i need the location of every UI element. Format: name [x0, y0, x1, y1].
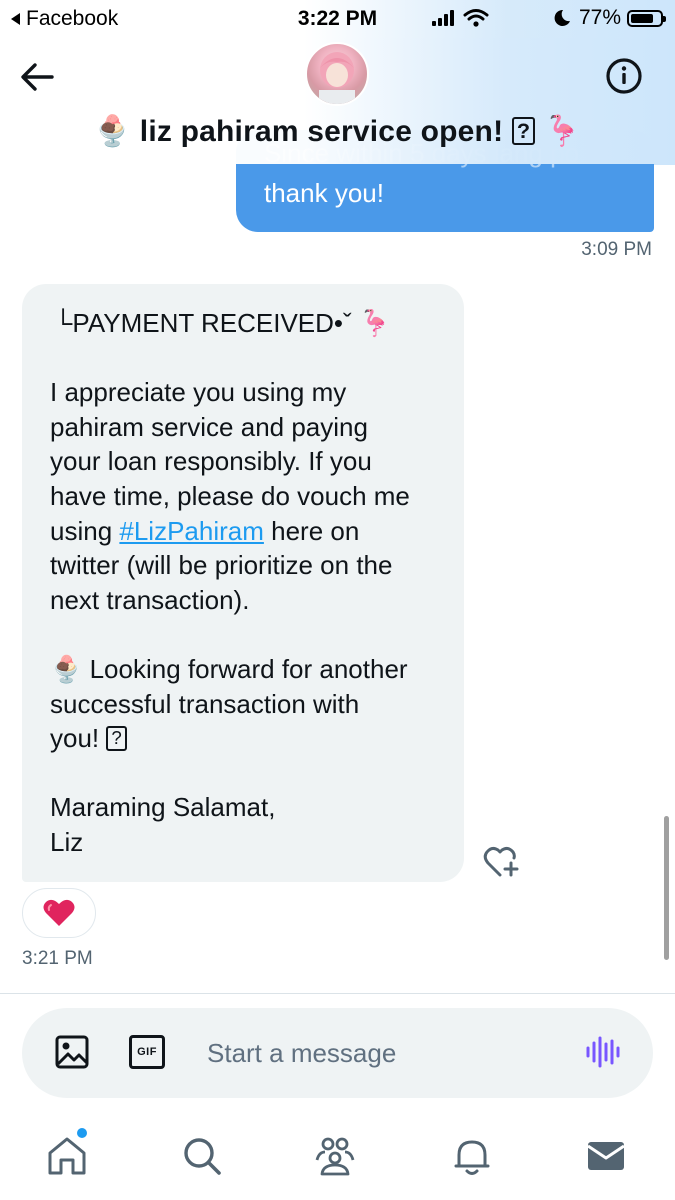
message-line: I appreciate you using my: [50, 377, 347, 408]
avatar-image: [319, 52, 355, 104]
message-input[interactable]: [207, 1033, 567, 1073]
message-line: pahiram service and paying: [50, 411, 368, 442]
title-unknown-glyph-box: ?: [511, 117, 536, 145]
sent-message-text: thank you!: [264, 178, 384, 208]
notifications-icon[interactable]: [450, 1134, 494, 1178]
message-composer: GIF: [22, 1008, 653, 1098]
message-line: have time, please do vouch me: [50, 480, 410, 511]
unknown-glyph-box: ?: [106, 726, 127, 751]
hashtag-link[interactable]: #LizPahiram: [119, 516, 264, 546]
message-line: Maraming Salamat,: [50, 792, 276, 823]
received-message-text: └PAYMENT RECEIVED•ˇ 🦩 I appreciate you u…: [50, 306, 450, 860]
back-arrow-icon[interactable]: [18, 58, 56, 96]
reaction-badge[interactable]: ❤️: [22, 888, 96, 938]
gif-icon[interactable]: GIF: [129, 1035, 165, 1069]
message-line: using #LizPahiram here on: [50, 514, 450, 549]
message-line: twitter (will be prioritize on the: [50, 550, 393, 581]
image-icon[interactable]: [54, 1034, 90, 1070]
composer-divider: [0, 993, 675, 994]
avatar[interactable]: [305, 42, 369, 106]
status-indicators: 77%: [431, 6, 666, 30]
message-line: next transaction).: [50, 584, 250, 615]
voice-icon[interactable]: [584, 1034, 620, 1070]
received-message-bubble[interactable]: └PAYMENT RECEIVED•ˇ 🦩 I appreciate you u…: [22, 284, 464, 882]
do-not-disturb-moon-icon: [554, 9, 570, 26]
wifi-icon: [463, 9, 489, 27]
title-emoji-left: 🍨: [93, 115, 132, 148]
message-text-span: you!: [50, 723, 107, 754]
message-line: 🍨 Looking forward for another: [50, 652, 450, 687]
gif-label: GIF: [137, 1046, 157, 1058]
message-text-span: using: [50, 515, 120, 546]
red-heart-icon: [43, 899, 75, 926]
search-icon[interactable]: [180, 1134, 224, 1178]
battery-percent: 77%: [578, 6, 621, 29]
message-text-span: here on: [263, 515, 360, 546]
sent-message-time: 3:09 PM: [581, 239, 652, 260]
heart-plus-icon[interactable]: [482, 844, 522, 880]
message-line: your loan responsibly. If you: [50, 446, 372, 477]
title-emoji-right: 🦩: [543, 115, 582, 148]
info-icon[interactable]: [604, 56, 644, 96]
title-text: liz pahiram service open!: [139, 115, 504, 148]
battery-icon: [627, 9, 666, 27]
messages-icon[interactable]: [584, 1134, 628, 1178]
message-line: you! ?: [50, 721, 450, 756]
signal-icon: [431, 10, 454, 26]
ice-cream-emoji: 🍨: [50, 653, 83, 684]
communities-icon[interactable]: [313, 1134, 357, 1178]
home-notification-dot: [77, 1128, 87, 1138]
status-bar: Facebook 3:22 PM 77%: [0, 0, 675, 38]
message-text-span: Looking forward for another: [82, 653, 408, 684]
received-message-time: 3:21 PM: [22, 948, 93, 969]
battery-level: [631, 13, 653, 23]
scrollbar[interactable]: [664, 816, 669, 960]
conversation-title[interactable]: 🍨 liz pahiram service open! ? 🦩: [0, 114, 675, 149]
home-icon[interactable]: [45, 1134, 89, 1178]
message-line: Liz: [50, 826, 84, 857]
message-line: successful transaction with: [50, 688, 360, 719]
payment-heading: └PAYMENT RECEIVED•ˇ 🦩: [54, 308, 392, 338]
